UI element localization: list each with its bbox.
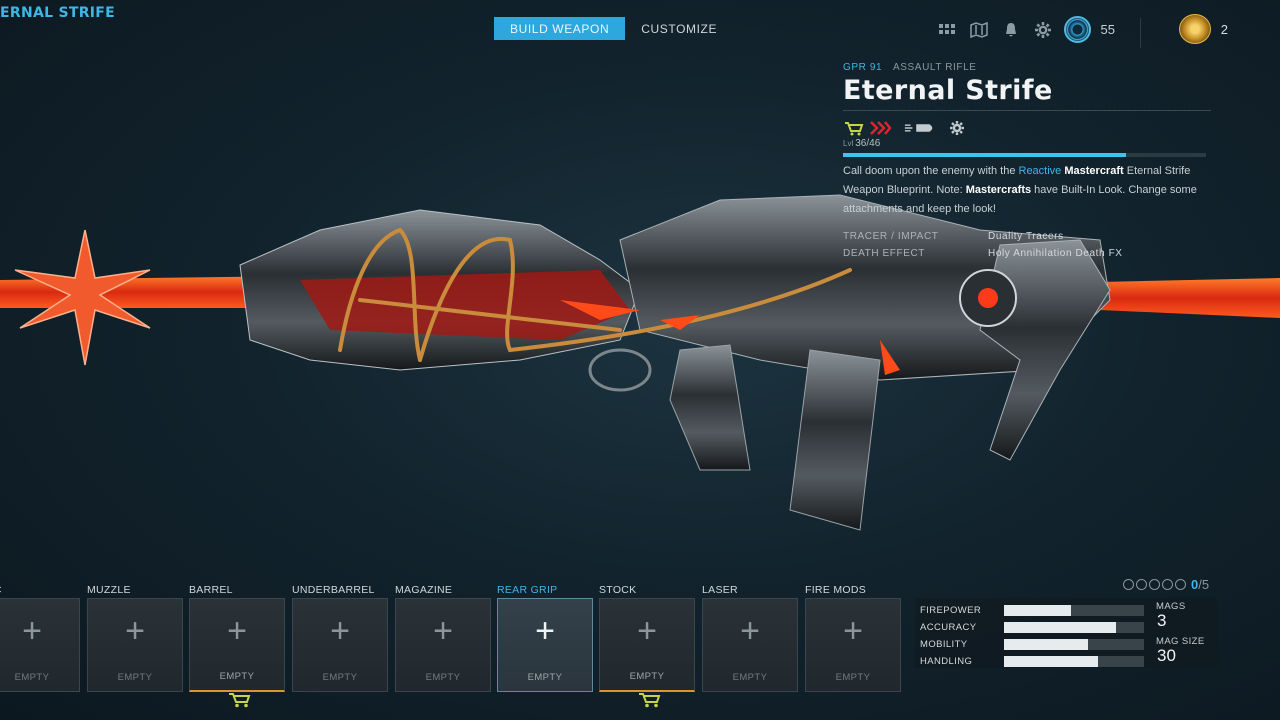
map-icon[interactable] xyxy=(968,19,990,41)
death-effect-label: DEATH EFFECT xyxy=(843,248,926,259)
plus-icon: + xyxy=(740,612,760,650)
bullet-icon xyxy=(904,124,933,132)
slot-fire-mods[interactable]: FIRE MODS + EMPTY xyxy=(805,584,901,692)
plus-icon: + xyxy=(535,612,555,650)
slot-label: LASER xyxy=(702,584,738,596)
plus-icon: + xyxy=(227,612,247,650)
weapon-info-panel: GPR 91 ASSAULT RIFLE Eternal Strife Lvl 3… xyxy=(843,62,1213,259)
attachment-dot xyxy=(1123,579,1134,590)
slot-label: BARREL xyxy=(189,584,233,596)
death-effect-row: DEATH EFFECT Holy Annihilation Death FX xyxy=(843,248,1213,259)
slot-empty-text: EMPTY xyxy=(527,672,563,683)
plus-icon: + xyxy=(637,612,657,650)
slot-label: UNDERBARREL xyxy=(292,584,375,596)
weapon-class: ASSAULT RIFLE xyxy=(893,62,977,73)
token-count: 2 xyxy=(1220,21,1228,37)
slot-label: MUZZLE xyxy=(87,584,131,596)
bell-icon[interactable] xyxy=(1000,19,1022,41)
mags-value: 3 xyxy=(1157,611,1167,630)
slot-label: STOCK xyxy=(599,584,637,596)
plus-icon: + xyxy=(125,612,145,650)
mode-tabs: BUILD WEAPON CUSTOMIZE xyxy=(494,17,733,40)
tracer-chevron-icon xyxy=(870,121,891,135)
currency-display[interactable]: 55 xyxy=(1063,16,1115,43)
slot-barrel[interactable]: BARREL + EMPTY xyxy=(189,584,285,692)
attachment-dot xyxy=(1162,579,1173,590)
tracer-label: TRACER / IMPACT xyxy=(843,231,939,242)
weapon-trigger-guard xyxy=(588,348,652,392)
plus-icon: + xyxy=(330,612,350,650)
weapon-subtitle: GPR 91 ASSAULT RIFLE xyxy=(843,62,1213,73)
slot-empty-text: EMPTY xyxy=(117,672,153,683)
top-divider xyxy=(1140,18,1141,48)
grid-menu-icon[interactable] xyxy=(936,19,958,41)
slot-label: MAGAZINE xyxy=(395,584,453,596)
slot-label: REAR GRIP xyxy=(497,584,558,596)
tab-customize[interactable]: CUSTOMIZE xyxy=(625,17,733,40)
plus-icon: + xyxy=(22,612,42,650)
weapon-magazine xyxy=(789,349,881,531)
title-divider xyxy=(843,110,1211,111)
blueprint-title: Eternal Strife xyxy=(843,75,1053,106)
cart-icon xyxy=(639,693,661,708)
attachment-dot xyxy=(1175,579,1186,590)
cart-icon xyxy=(229,693,251,708)
mastercraft-cart-icon xyxy=(845,122,864,136)
slot-laser[interactable]: LASER + EMPTY xyxy=(702,584,798,692)
weapon-grip xyxy=(669,344,751,471)
slot-rear-grip[interactable]: REAR GRIP + EMPTY xyxy=(497,584,593,692)
slot-empty-text: EMPTY xyxy=(425,672,461,683)
gear-icon xyxy=(950,121,964,135)
tracer-value: Duality Tracers xyxy=(988,231,1064,242)
weapon-code: GPR 91 xyxy=(843,62,883,73)
weapon-barrel-right xyxy=(1100,278,1280,318)
slot-optic[interactable]: TIC + EMPTY xyxy=(0,584,80,692)
token-display[interactable]: 2 xyxy=(1178,14,1228,44)
level-progress-bar xyxy=(843,153,1206,157)
attachment-count-text: 0/5 xyxy=(1191,577,1210,592)
cod-points-icon xyxy=(1063,16,1091,43)
slot-empty-text: EMPTY xyxy=(219,671,255,682)
gear-icon[interactable] xyxy=(1032,19,1054,41)
slot-label: TIC xyxy=(0,584,80,598)
blueprint-description: Call doom upon the enemy with the Reacti… xyxy=(843,165,1197,215)
death-effect-value: Holy Annihilation Death FX xyxy=(988,248,1123,259)
slot-empty-text: EMPTY xyxy=(835,672,871,683)
top-bar-icons: 55 xyxy=(936,16,1115,43)
tracer-effect-row: TRACER / IMPACT Duality Tracers xyxy=(843,231,1213,242)
slot-stock[interactable]: STOCK + EMPTY xyxy=(599,584,695,692)
plus-icon: + xyxy=(843,612,863,650)
slot-empty-text: EMPTY xyxy=(14,672,50,683)
currency-count: 55 xyxy=(1100,22,1115,37)
plus-icon: + xyxy=(433,612,453,650)
attachment-dot xyxy=(1149,579,1160,590)
slot-muzzle[interactable]: MUZZLE + EMPTY xyxy=(87,584,183,692)
weapon-level: Lvl 36/46 xyxy=(843,138,881,149)
attachment-count: 0/5 xyxy=(1123,577,1209,592)
attachment-dot xyxy=(1136,579,1147,590)
tab-build-weapon[interactable]: BUILD WEAPON xyxy=(494,17,626,40)
slot-empty-text: EMPTY xyxy=(322,672,358,683)
stat-accuracy: ACCURACY xyxy=(920,619,1213,636)
blueprint-feature-icons xyxy=(843,120,1213,136)
mag-size-value: 30 xyxy=(1157,646,1176,665)
weapon-title-header: ERNAL STRIFE xyxy=(0,5,116,21)
slot-magazine[interactable]: MAGAZINE + EMPTY xyxy=(395,584,491,692)
token-icon xyxy=(1178,14,1211,44)
slot-empty-text: EMPTY xyxy=(732,672,768,683)
slot-empty-text: EMPTY xyxy=(629,671,665,682)
slot-underbarrel[interactable]: UNDERBARREL + EMPTY xyxy=(292,584,388,692)
slot-label: FIRE MODS xyxy=(805,584,867,596)
